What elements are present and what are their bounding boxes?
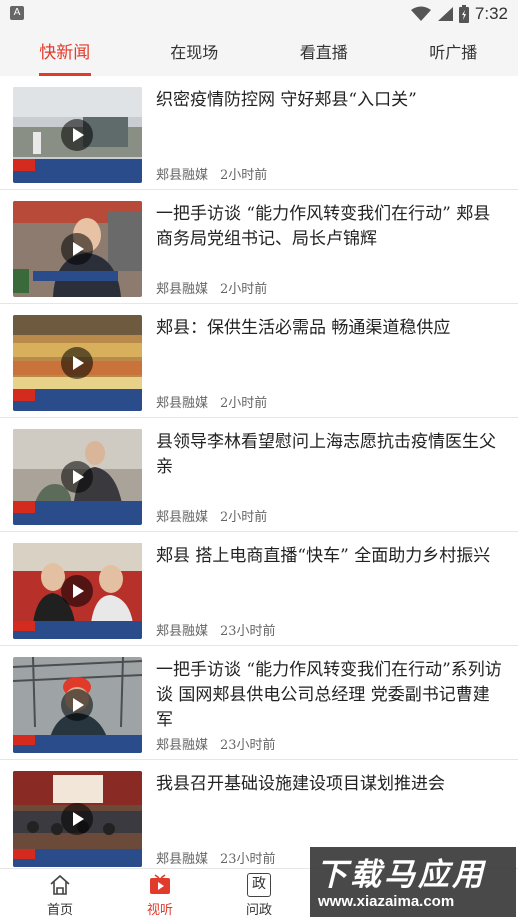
video-thumbnail[interactable] <box>13 657 142 753</box>
play-icon <box>61 233 93 265</box>
news-time: 23小时前 <box>220 852 276 867</box>
tab-label: 快新闻 <box>39 43 91 63</box>
watermark-url: www.xiazaima.com <box>318 893 455 910</box>
watermark: 下载马应用 www.xiazaima.com <box>310 847 516 917</box>
signal-icon <box>437 7 453 21</box>
battery-icon <box>458 5 469 23</box>
video-icon <box>150 874 170 894</box>
play-icon <box>61 803 93 835</box>
news-meta: 郏县融媒 23小时前 <box>156 848 276 867</box>
list-item[interactable]: 一把手访谈 “能力作风转变我们在行动” 郏县商务局党组书记、局长卢锦辉 郏县融媒… <box>0 190 518 304</box>
tab-label: 听广播 <box>429 43 478 62</box>
nav-home[interactable]: 首页 <box>30 873 90 918</box>
news-meta: 郏县融媒 23小时前 <box>156 734 276 753</box>
news-title[interactable]: 一把手访谈 “能力作风转变我们在行动”系列访谈 国网郏县供电公司总经理 党委副书… <box>156 658 506 733</box>
list-item[interactable]: 县领导李林看望慰问上海志愿抗击疫情医生父亲 郏县融媒 2小时前 <box>0 418 518 532</box>
tab-label: 在现场 <box>170 43 219 62</box>
news-time: 2小时前 <box>220 282 268 297</box>
wifi-icon <box>410 6 431 21</box>
notification-icon: A <box>10 6 24 20</box>
news-time: 2小时前 <box>220 510 268 525</box>
list-item[interactable]: 郏县：保供生活必需品 畅通渠道稳供应 郏县融媒 2小时前 <box>0 304 518 418</box>
play-icon <box>61 119 93 151</box>
video-thumbnail[interactable] <box>13 543 142 639</box>
news-meta: 郏县融媒 2小时前 <box>156 392 267 411</box>
nav-label: 视听 <box>146 903 173 918</box>
news-time: 23小时前 <box>220 624 276 639</box>
home-icon <box>50 874 70 895</box>
nav-label: 问政 <box>245 903 272 918</box>
nav-politics[interactable]: 政 问政 <box>229 873 289 918</box>
play-icon <box>61 347 93 379</box>
news-title[interactable]: 一把手访谈 “能力作风转变我们在行动” 郏县商务局党组书记、局长卢锦辉 <box>156 202 506 252</box>
status-icons: 7:32 <box>410 3 508 25</box>
tab-on-site[interactable]: 在现场 <box>130 30 260 76</box>
news-source: 郏县融媒 <box>156 738 209 753</box>
clock: 7:32 <box>474 4 508 23</box>
news-title[interactable]: 县领导李林看望慰问上海志愿抗击疫情医生父亲 <box>156 430 506 480</box>
tab-label: 看直播 <box>299 43 348 62</box>
video-thumbnail[interactable] <box>13 771 142 867</box>
news-meta: 郏县融媒 2小时前 <box>156 278 267 297</box>
news-title[interactable]: 郏县：保供生活必需品 畅通渠道稳供应 <box>156 316 506 341</box>
list-item[interactable]: 一把手访谈 “能力作风转变我们在行动”系列访谈 国网郏县供电公司总经理 党委副书… <box>0 646 518 760</box>
news-source: 郏县融媒 <box>156 852 209 867</box>
list-item[interactable]: 郏县 搭上电商直播“快车” 全面助力乡村振兴 郏县融媒 23小时前 <box>0 532 518 646</box>
news-meta: 郏县融媒 23小时前 <box>156 620 276 639</box>
news-list: 织密疫情防控网 守好郏县“入口关” 郏县融媒 2小时前 一把手访谈 “能力作风转变… <box>0 76 518 874</box>
news-title[interactable]: 织密疫情防控网 守好郏县“入口关” <box>156 88 506 113</box>
news-source: 郏县融媒 <box>156 510 209 525</box>
news-time: 2小时前 <box>220 396 268 411</box>
news-time: 23小时前 <box>220 738 276 753</box>
video-thumbnail[interactable] <box>13 87 142 183</box>
news-source: 郏县融媒 <box>156 168 209 183</box>
politics-icon: 政 <box>247 873 271 897</box>
video-thumbnail[interactable] <box>13 315 142 411</box>
news-source: 郏县融媒 <box>156 396 209 411</box>
nav-video[interactable]: 视听 <box>130 873 190 918</box>
video-thumbnail[interactable] <box>13 201 142 297</box>
play-icon <box>61 689 93 721</box>
tab-radio[interactable]: 听广播 <box>389 30 518 76</box>
news-source: 郏县融媒 <box>156 624 209 639</box>
play-icon <box>61 575 93 607</box>
tab-live[interactable]: 看直播 <box>259 30 389 76</box>
news-time: 2小时前 <box>220 168 268 183</box>
news-meta: 郏县融媒 2小时前 <box>156 506 267 525</box>
category-tabs: 快新闻 在现场 看直播 听广播 <box>0 30 518 76</box>
status-bar: A 7:32 <box>0 0 518 30</box>
watermark-title: 下载马应用 <box>316 857 486 893</box>
news-source: 郏县融媒 <box>156 282 209 297</box>
tab-quick-news[interactable]: 快新闻 <box>0 30 130 76</box>
news-meta: 郏县融媒 2小时前 <box>156 164 267 183</box>
news-title[interactable]: 郏县 搭上电商直播“快车” 全面助力乡村振兴 <box>156 544 506 569</box>
list-item[interactable]: 织密疫情防控网 守好郏县“入口关” 郏县融媒 2小时前 <box>0 76 518 190</box>
video-thumbnail[interactable] <box>13 429 142 525</box>
nav-label: 首页 <box>46 903 73 918</box>
news-title[interactable]: 我县召开基础设施建设项目谋划推进会 <box>156 772 506 797</box>
play-icon <box>61 461 93 493</box>
